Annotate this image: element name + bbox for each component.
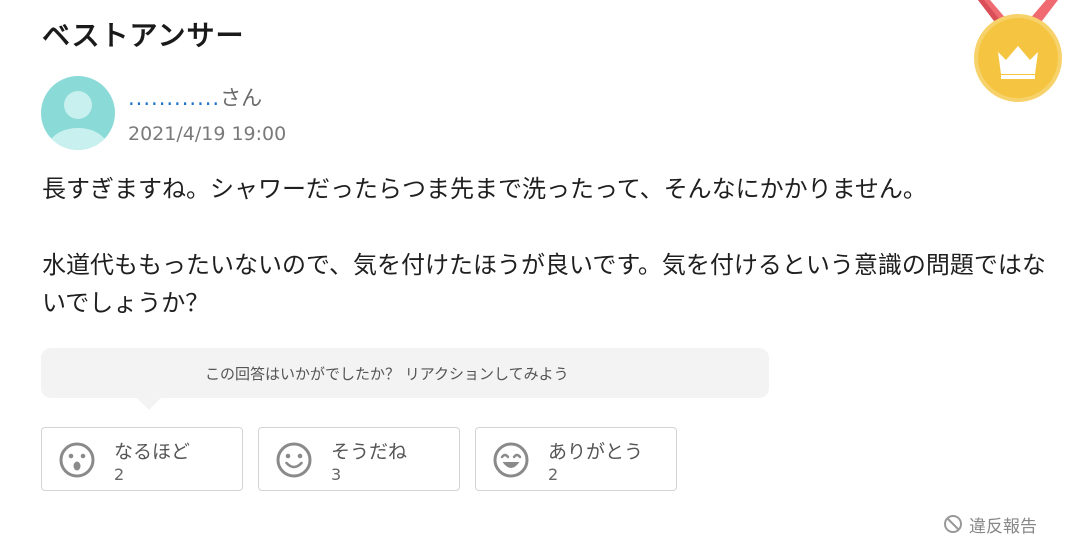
- surprised-face-icon: [59, 442, 95, 478]
- reaction-count: 2: [114, 465, 125, 484]
- reaction-count: 2: [548, 465, 559, 484]
- report-violation-link[interactable]: 違反報告: [943, 512, 1037, 537]
- reaction-prompt-bubble: この回答はいかがでしたか？ リアクションしてみよう: [41, 348, 769, 410]
- reaction-button-soudane[interactable]: そうだね 3: [258, 427, 460, 491]
- reaction-button-arigatou[interactable]: ありがとう 2: [475, 427, 677, 491]
- report-label: 違反報告: [969, 516, 1037, 537]
- reaction-button-naruhodo[interactable]: なるほど 2: [41, 427, 243, 491]
- reaction-label: そうだね: [331, 441, 408, 463]
- answer-timestamp: 2021/4/19 19:00: [128, 123, 287, 145]
- best-answer-heading: ベストアンサー: [42, 19, 245, 52]
- prohibited-icon: [944, 515, 962, 533]
- smiling-face-icon: [276, 442, 312, 478]
- answer-body: 長すぎますね。シャワーだったらつま先まで洗ったって、そんなにかかりません。 水道…: [42, 170, 1052, 322]
- reaction-label: ありがとう: [548, 441, 644, 463]
- best-answer-medal-icon: [974, 0, 1062, 102]
- reaction-count: 3: [331, 465, 342, 484]
- reaction-prompt-text: この回答はいかがでしたか？ リアクションしてみよう: [205, 364, 569, 383]
- answer-paragraph-2: 水道代ももったいないので、気を付けたほうが良いです。気を付けるという意識の問題で…: [42, 251, 1046, 317]
- user-avatar[interactable]: [41, 76, 115, 150]
- answerer-name-link[interactable]: ............: [128, 86, 220, 110]
- answerer-name[interactable]: ............さん: [128, 84, 262, 112]
- answer-paragraph-1: 長すぎますね。シャワーだったらつま先まで洗ったって、そんなにかかりません。: [42, 175, 927, 203]
- honorific-suffix: さん: [220, 86, 263, 110]
- grinning-face-icon: [493, 442, 529, 478]
- reaction-label: なるほど: [114, 441, 191, 463]
